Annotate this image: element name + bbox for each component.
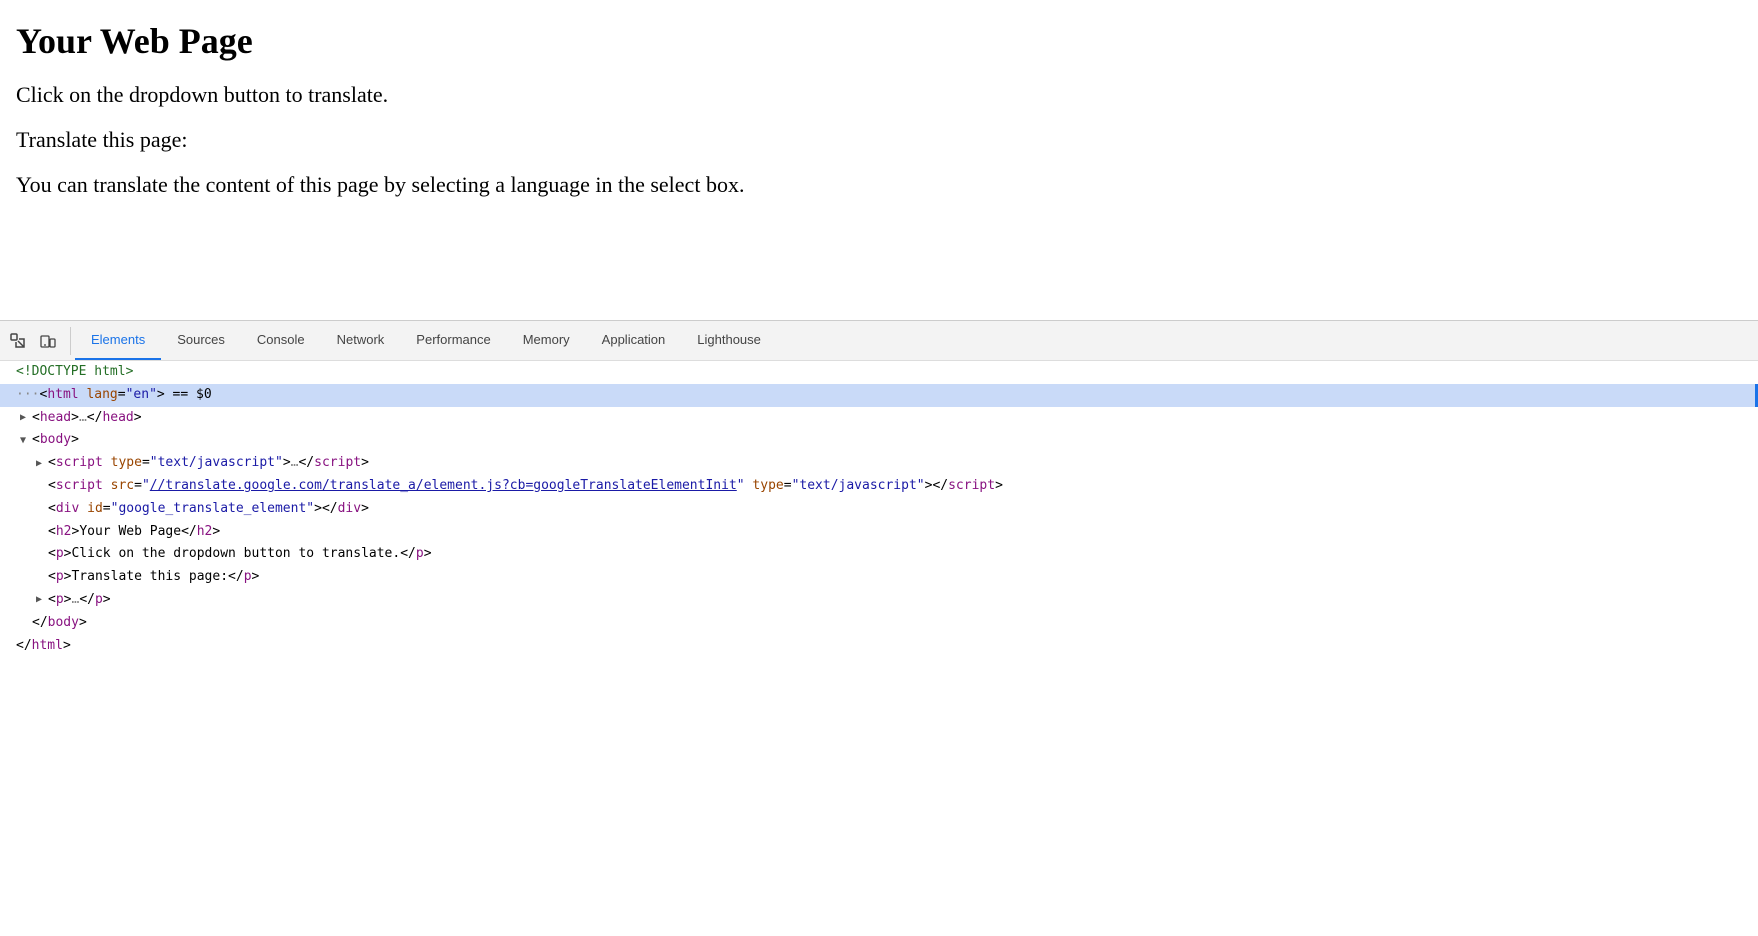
p1-line[interactable]: < p > Click on the dropdown button to tr… [0, 543, 1758, 566]
device-toggle-button[interactable] [34, 327, 62, 355]
element-picker-button[interactable] [4, 327, 32, 355]
html-tag-line[interactable]: ··· < html lang = "en" > == $0 [0, 384, 1758, 407]
head-line[interactable]: < head > … </ head > [0, 407, 1758, 430]
arrow-body[interactable] [20, 433, 32, 449]
devtools-tabs: Elements Sources Console Network Perform… [75, 321, 777, 360]
elements-panel[interactable]: <!DOCTYPE html> ··· < html lang = "en" >… [0, 361, 1758, 936]
tab-performance[interactable]: Performance [400, 321, 506, 360]
devtools-panel: Elements Sources Console Network Perform… [0, 320, 1758, 936]
page-para-2: Translate this page: [16, 125, 1742, 156]
script1-line[interactable]: < script type = "text/javascript" > … </… [0, 452, 1758, 475]
script2-line[interactable]: < script src = "//translate.google.com/t… [0, 475, 1758, 498]
tab-memory[interactable]: Memory [507, 321, 586, 360]
arrow-p3[interactable] [36, 592, 48, 608]
tab-console[interactable]: Console [241, 321, 321, 360]
tab-application[interactable]: Application [586, 321, 682, 360]
html-close-line: </ html > [0, 635, 1758, 658]
webpage-content: Your Web Page Click on the dropdown butt… [0, 0, 1758, 320]
page-para-3: You can translate the content of this pa… [16, 170, 1742, 201]
tab-elements[interactable]: Elements [75, 321, 161, 360]
devtools-toolbar: Elements Sources Console Network Perform… [0, 321, 1758, 361]
arrow-script1[interactable] [36, 456, 48, 472]
page-para-1: Click on the dropdown button to translat… [16, 80, 1742, 111]
body-close-line: </ body > [0, 612, 1758, 635]
doctype-line: <!DOCTYPE html> [0, 361, 1758, 384]
body-open-line[interactable]: < body > [0, 429, 1758, 452]
tab-sources[interactable]: Sources [161, 321, 241, 360]
tab-network[interactable]: Network [321, 321, 401, 360]
arrow-head[interactable] [20, 410, 32, 426]
toolbar-icons [4, 327, 71, 355]
tab-lighthouse[interactable]: Lighthouse [681, 321, 777, 360]
p3-line[interactable]: < p > … </ p > [0, 589, 1758, 612]
p2-line[interactable]: < p > Translate this page: </ p > [0, 566, 1758, 589]
page-title: Your Web Page [16, 20, 1742, 62]
h2-line[interactable]: < h2 > Your Web Page </ h2 > [0, 521, 1758, 544]
div-google-line[interactable]: < div id = "google_translate_element" ><… [0, 498, 1758, 521]
